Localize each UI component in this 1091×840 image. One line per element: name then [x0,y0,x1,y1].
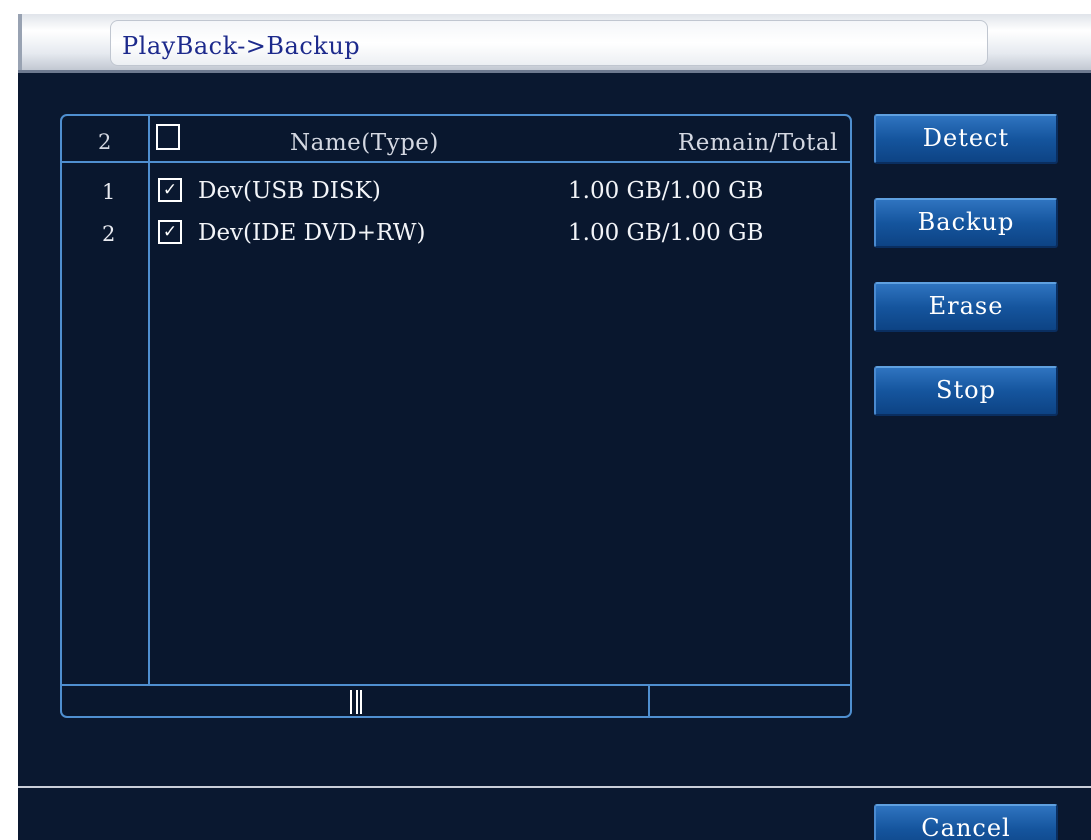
row-checkbox[interactable]: ✓ [158,178,182,202]
device-count: 2 [98,130,112,154]
device-capacity: 1.00 GB/1.00 GB [568,220,764,246]
detect-button[interactable]: Detect [874,114,1058,164]
backup-button[interactable]: Backup [874,198,1058,248]
backup-dialog: PlayBack->Backup 2 Name(Type) Remain/Tot… [18,14,1091,840]
select-all-checkbox[interactable] [156,124,180,150]
device-name: Dev(USB DISK) [198,178,381,204]
table-row[interactable]: 2 ✓ Dev(IDE DVD+RW) 1.00 GB/1.00 GB [62,214,850,256]
column-header-name: Name(Type) [290,130,439,156]
row-index: 2 [102,222,116,246]
device-capacity: 1.00 GB/1.00 GB [568,178,764,204]
title-bar-edge [18,14,22,70]
horizontal-scrollbar[interactable] [62,684,850,716]
scrollbar-thumb-edge [648,686,650,716]
table-row[interactable]: 1 ✓ Dev(USB DISK) 1.00 GB/1.00 GB [62,172,850,214]
scrollbar-grip-icon[interactable] [350,690,366,714]
header-separator [62,161,850,163]
cancel-button[interactable]: Cancel [874,804,1058,840]
page-title: PlayBack->Backup [122,32,361,60]
row-checkbox[interactable]: ✓ [158,220,182,244]
footer-divider [18,786,1091,788]
erase-button[interactable]: Erase [874,282,1058,332]
device-name: Dev(IDE DVD+RW) [198,220,426,246]
stop-button[interactable]: Stop [874,366,1058,416]
device-table: 2 Name(Type) Remain/Total 1 ✓ Dev(USB DI… [60,114,852,718]
row-index: 1 [102,180,116,204]
title-divider [18,70,1091,73]
column-header-remain-total: Remain/Total [677,130,838,156]
title-bar: PlayBack->Backup [18,14,1091,70]
